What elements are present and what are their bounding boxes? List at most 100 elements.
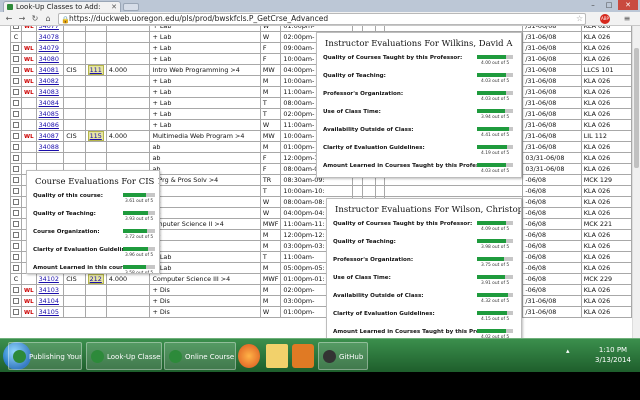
select-checkbox[interactable]	[13, 243, 19, 249]
course-number-link[interactable]: 212	[87, 274, 104, 284]
cell-text: /31-06/08	[525, 121, 557, 129]
select-checkbox[interactable]	[13, 67, 19, 73]
cell-title: + Lab	[149, 53, 261, 65]
close-window-icon[interactable]: ✕	[618, 0, 638, 10]
course-number-link[interactable]: 111	[87, 65, 104, 75]
address-bar[interactable]: 🔒 https://duckweb.uoregon.edu/pls/prod/b…	[58, 13, 586, 25]
cell-text: + Dis	[152, 308, 170, 316]
browser-tab[interactable]: Look-Up Classes to Add: ✕	[3, 1, 121, 12]
select-checkbox[interactable]	[13, 188, 19, 194]
taskbar-item-github[interactable]: GitHub	[318, 342, 368, 370]
waitlist-flag: WL	[24, 57, 34, 63]
select-checkbox[interactable]	[13, 254, 19, 260]
back-icon[interactable]: ←	[4, 14, 14, 24]
reload-icon[interactable]: ↻	[30, 14, 40, 24]
cell-text: 10:00am-	[283, 55, 315, 63]
cell-loc: KLA 026	[580, 306, 632, 318]
select-checkbox[interactable]	[13, 199, 19, 205]
cell-sel	[10, 196, 22, 208]
crn-link[interactable]: 34078	[39, 33, 59, 41]
system-clock[interactable]: 1:10 PM 3/13/2014	[590, 345, 636, 365]
instructor-evaluation-popup-wilson: Instructor Evaluations For Wilson, Chris…	[326, 198, 522, 346]
maximize-icon[interactable]: □	[602, 0, 616, 10]
select-checkbox[interactable]	[13, 298, 19, 304]
select-checkbox[interactable]	[13, 210, 19, 216]
crn-link[interactable]: 34079	[39, 44, 59, 52]
tray-arrow-icon[interactable]: ▴	[566, 347, 576, 357]
select-checkbox[interactable]	[13, 177, 19, 183]
select-checkbox[interactable]	[13, 100, 19, 106]
cell-text: 11:00am-11:	[283, 220, 325, 228]
minimize-icon[interactable]: –	[586, 0, 600, 10]
taskbar-item-publishing[interactable]: Publishing Your A...	[8, 342, 82, 370]
score-bar-fill	[123, 247, 149, 251]
cell-text: -06/08	[525, 220, 547, 228]
adblock-extension-icon[interactable]: ABP	[600, 14, 610, 24]
cell-text: KLA 026	[583, 154, 611, 162]
cell-date: /31-06/08	[522, 86, 582, 98]
cell-crn: 34083	[35, 86, 65, 98]
score-text: 3.94 out of 5	[481, 115, 510, 120]
close-tab-icon[interactable]: ✕	[111, 2, 117, 12]
waitlist-flag: WL	[24, 134, 34, 140]
crn-link[interactable]: 34087	[39, 132, 59, 140]
select-checkbox[interactable]	[13, 232, 19, 238]
menu-icon[interactable]: ≡	[622, 14, 632, 24]
forward-icon[interactable]: →	[17, 14, 27, 24]
crn-link[interactable]: 34086	[39, 121, 59, 129]
cell-crn: 34087	[35, 130, 65, 142]
media-player-icon[interactable]	[292, 344, 314, 368]
crn-link[interactable]: 34080	[39, 55, 59, 63]
instructor-evaluation-popup-wilkins: Instructor Evaluations For Wilkins, Davi…	[316, 32, 522, 178]
crn-link[interactable]: 34077	[39, 26, 59, 30]
cell-sel	[10, 75, 22, 87]
cell-sel: C	[10, 273, 22, 285]
select-checkbox[interactable]	[13, 111, 19, 117]
select-checkbox[interactable]	[13, 221, 19, 227]
select-checkbox[interactable]	[13, 89, 19, 95]
crn-link[interactable]: 34085	[39, 110, 59, 118]
crn-link[interactable]: 34088	[39, 143, 59, 151]
crn-link[interactable]: 34081	[39, 66, 59, 74]
crn-link[interactable]: 34082	[39, 77, 59, 85]
score-text: 3.61 out of 5	[125, 199, 154, 204]
crn-link[interactable]: 34102	[39, 275, 59, 283]
select-checkbox[interactable]	[13, 26, 19, 29]
select-checkbox[interactable]	[13, 309, 19, 315]
cell-crn: 34084	[35, 97, 65, 109]
select-checkbox[interactable]	[13, 122, 19, 128]
cell-text: KLA 026	[583, 187, 611, 195]
scrollbar-thumb[interactable]	[634, 48, 639, 168]
cell-time: 10:00am-10:	[280, 185, 353, 197]
select-checkbox[interactable]	[13, 155, 19, 161]
cell-date: -06/08	[522, 174, 582, 186]
course-number-link[interactable]: 115	[87, 131, 104, 141]
explorer-folder-icon[interactable]	[266, 344, 288, 368]
select-checkbox[interactable]	[13, 287, 19, 293]
select-checkbox[interactable]	[13, 45, 19, 51]
crn-link[interactable]: 34104	[39, 297, 59, 305]
select-checkbox[interactable]	[13, 166, 19, 172]
score-bar-fill	[477, 163, 507, 167]
cell-wl: WL	[21, 42, 37, 54]
taskbar-item-lookup-classes[interactable]: Look-Up Classes t...	[86, 342, 162, 370]
crn-link[interactable]: 34084	[39, 99, 59, 107]
cell-sel	[10, 97, 22, 109]
bookmark-star-icon[interactable]: ☆	[576, 14, 583, 23]
cell-text: T	[262, 253, 267, 261]
crn-link[interactable]: 34103	[39, 286, 59, 294]
firefox-icon[interactable]	[238, 344, 260, 368]
crn-link[interactable]: 34083	[39, 88, 59, 96]
taskbar-item-online-course[interactable]: Online Course Ev...	[164, 342, 236, 370]
select-checkbox[interactable]	[13, 78, 19, 84]
select-checkbox[interactable]	[13, 144, 19, 150]
select-checkbox[interactable]	[13, 265, 19, 271]
vertical-scrollbar[interactable]	[632, 26, 640, 372]
new-tab-button[interactable]	[123, 3, 139, 11]
home-icon[interactable]: ⌂	[43, 14, 53, 24]
evaluation-label: Course Organization:	[33, 229, 100, 235]
crn-link[interactable]: 34105	[39, 308, 59, 316]
select-checkbox[interactable]	[13, 56, 19, 62]
cell-subj: CIS	[63, 64, 86, 76]
select-checkbox[interactable]	[13, 133, 19, 139]
